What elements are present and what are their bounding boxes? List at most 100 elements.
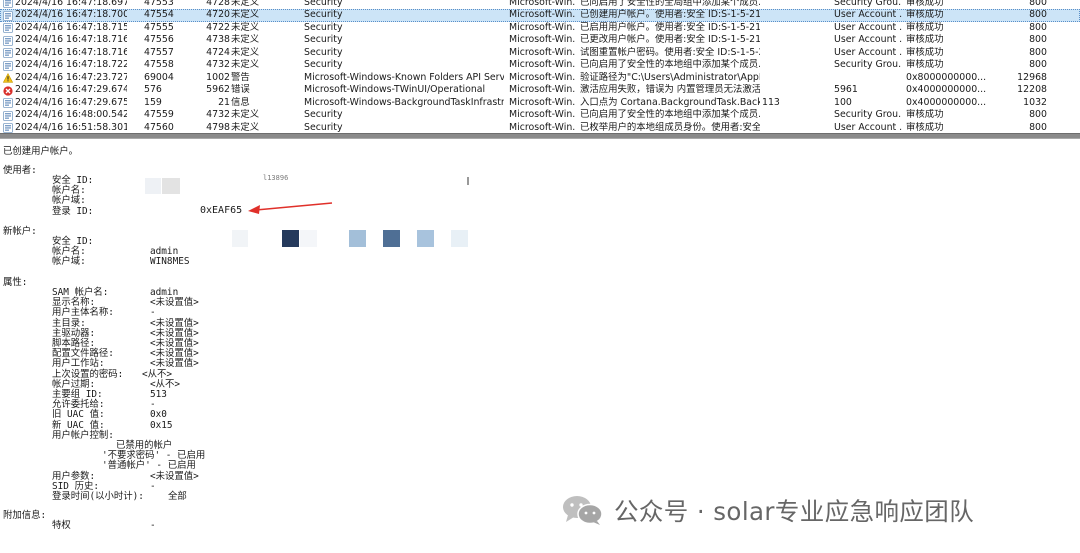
attribute-value: - bbox=[150, 307, 156, 319]
event-cell-level: 未定义 bbox=[231, 34, 260, 45]
redaction-block bbox=[349, 230, 366, 247]
event-cell-event: 800 bbox=[1029, 59, 1047, 70]
redaction-block bbox=[162, 178, 180, 194]
event-cell-computer: Microsoft-Win... bbox=[509, 46, 575, 58]
subject-account-domain-label: 帐户域: bbox=[52, 195, 86, 206]
event-cell-event: 1032 bbox=[1023, 96, 1047, 108]
event-cell-keywords: 审核成功 bbox=[906, 34, 944, 45]
event-row[interactable]: 2024/4/16 16:47:23.727 69004 1002 警告 Microso… bbox=[0, 72, 1080, 85]
event-row[interactable]: 2024/4/16 16:47:18.716 47556 4738 未定义 Securi… bbox=[0, 34, 1080, 47]
event-cell-source: Microsoft-Windows-TWinUI/Operational bbox=[304, 84, 486, 95]
event-cell-id: 4722 bbox=[206, 21, 230, 33]
info-icon bbox=[3, 98, 13, 108]
attribute-label: 用户工作站: bbox=[52, 358, 105, 370]
event-cell-level: 错误 bbox=[231, 84, 250, 95]
attribute-value: <未设置值> bbox=[150, 297, 199, 309]
event-cell-group: User Account ... bbox=[834, 34, 902, 45]
subject-security-id-value: l13896 bbox=[263, 174, 289, 182]
event-cell-event: 12208 bbox=[1017, 84, 1047, 95]
info-icon bbox=[3, 110, 13, 121]
event-cell-time: 2024/4/16 16:51:58.301 bbox=[15, 121, 127, 133]
detail-header: 已创建用户帐户。 bbox=[3, 146, 79, 157]
attribute-label: 旧 UAC 值: bbox=[52, 409, 105, 421]
event-cell-record: 47555 bbox=[144, 21, 174, 33]
attribute-value: <未设置值> bbox=[150, 470, 199, 482]
attributes-heading: 属性: bbox=[3, 277, 28, 288]
event-cell-computer: Microsoft-Win... bbox=[509, 96, 575, 108]
event-cell-event: 800 bbox=[1029, 0, 1047, 8]
event-cell-keywords: 审核成功 bbox=[906, 46, 944, 58]
event-cell-record: 47558 bbox=[144, 59, 174, 70]
event-cell-message: 入口点为 Cortana.BackgroundTask.Backgr... bbox=[580, 96, 760, 108]
additional-privilege-label: 特权 bbox=[52, 520, 71, 531]
event-cell-level: 未定义 bbox=[231, 46, 260, 58]
event-cell-version: 113 bbox=[762, 96, 780, 108]
event-cell-record: 47559 bbox=[144, 109, 174, 120]
event-cell-level: 未定义 bbox=[231, 109, 260, 120]
event-cell-keywords: 审核成功 bbox=[906, 59, 944, 70]
event-cell-message: 激活应用失败，错误为 内置管理员无法激活... bbox=[580, 84, 760, 95]
redaction-block bbox=[451, 230, 468, 247]
event-cell-source: Security bbox=[304, 46, 343, 58]
info-icon bbox=[3, 60, 13, 71]
event-row-selected[interactable]: 2024/4/16 16:47:18.700 47554 4720 未定义 Securi… bbox=[0, 9, 1080, 22]
event-cell-id: 4732 bbox=[206, 59, 230, 70]
event-cell-computer: Microsoft-Win... bbox=[509, 71, 575, 83]
event-cell-event: 800 bbox=[1029, 9, 1047, 20]
event-row[interactable]: 2024/4/16 16:51:58.301 47560 4798 未定义 Securi… bbox=[0, 122, 1080, 134]
event-cell-time: 2024/4/16 16:47:18.700 bbox=[15, 9, 127, 20]
event-cell-id: 4798 bbox=[206, 121, 230, 133]
event-cell-event: 800 bbox=[1029, 121, 1047, 133]
event-cell-source: Microsoft-Windows-Known Folders API Serv… bbox=[304, 71, 504, 83]
attribute-value: 0x0 bbox=[150, 409, 167, 421]
event-cell-record: 47554 bbox=[144, 9, 174, 20]
redaction-block bbox=[232, 230, 248, 247]
event-cell-group: 100 bbox=[834, 96, 852, 108]
event-cell-id: 4738 bbox=[206, 34, 230, 45]
info-icon bbox=[3, 48, 13, 58]
event-cell-id: 1002 bbox=[206, 71, 230, 83]
redaction-mark bbox=[467, 177, 469, 185]
event-row[interactable]: 2024/4/16 16:48:00.542 47559 4732 未定义 Securi… bbox=[0, 109, 1080, 122]
info-icon bbox=[3, 10, 13, 21]
event-cell-message: 已创建用户帐户。使用者:安全 ID:S-1-5-21-... bbox=[580, 9, 760, 20]
info-icon bbox=[3, 23, 13, 33]
warning-icon bbox=[2, 72, 14, 83]
event-list[interactable]: 2024/4/16 16:47:18.697 47553 4728 未定义 Securi… bbox=[0, 0, 1080, 133]
event-cell-time: 2024/4/16 16:47:18.716 bbox=[15, 34, 127, 45]
event-cell-group: Security Grou... bbox=[834, 0, 902, 8]
event-cell-source: Security bbox=[304, 21, 343, 33]
event-cell-computer: Microsoft-Win... bbox=[509, 84, 575, 95]
event-cell-keywords: 审核成功 bbox=[906, 9, 944, 20]
event-cell-group: Security Grou... bbox=[834, 59, 902, 70]
new-account-domain-label: 帐户域: bbox=[52, 256, 86, 267]
event-cell-source: Security bbox=[304, 34, 343, 45]
annotation-arrow bbox=[248, 202, 333, 214]
event-row[interactable]: 2024/4/16 16:47:18.716 47557 4724 未定义 Securi… bbox=[0, 47, 1080, 60]
attribute-value: 全部 bbox=[168, 491, 187, 502]
attribute-label: 用户主体名称: bbox=[52, 307, 114, 319]
event-cell-keywords: 审核成功 bbox=[906, 21, 944, 33]
event-row[interactable]: 2024/4/16 16:47:29.675 159 21 信息 Microsoft-W… bbox=[0, 97, 1080, 110]
event-cell-message: 已枚举用户的本地组成员身份。使用者:安全... bbox=[580, 121, 760, 133]
info-icon bbox=[3, 35, 13, 46]
event-cell-level: 信息 bbox=[231, 96, 250, 108]
error-icon bbox=[3, 85, 13, 96]
redaction-block bbox=[282, 230, 299, 247]
event-row[interactable]: 2024/4/16 16:47:18.722 47558 4732 未定义 Securi… bbox=[0, 59, 1080, 72]
subject-heading: 使用者: bbox=[3, 165, 37, 176]
event-row[interactable]: 2024/4/16 16:47:18.715 47555 4722 未定义 Securi… bbox=[0, 22, 1080, 35]
event-cell-source: Microsoft-Windows-BackgroundTaskInfrastr… bbox=[304, 96, 504, 108]
event-cell-time: 2024/4/16 16:47:29.675 bbox=[15, 96, 127, 108]
info-icon bbox=[3, 123, 13, 133]
event-cell-time: 2024/4/16 16:47:29.674 bbox=[15, 84, 127, 95]
event-row[interactable]: 2024/4/16 16:47:18.697 47553 4728 未定义 Securi… bbox=[0, 0, 1080, 9]
event-cell-group: User Account ... bbox=[834, 121, 902, 133]
watermark-text: 公众号 · solar专业应急响应团队 bbox=[614, 496, 975, 526]
wechat-icon bbox=[563, 496, 603, 525]
event-cell-group: User Account ... bbox=[834, 46, 902, 58]
event-cell-event: 12968 bbox=[1017, 71, 1047, 83]
event-cell-group: User Account ... bbox=[834, 21, 902, 33]
event-row[interactable]: 2024/4/16 16:47:29.674 576 5962 错误 Microsoft… bbox=[0, 84, 1080, 97]
event-cell-id: 4728 bbox=[206, 0, 230, 8]
